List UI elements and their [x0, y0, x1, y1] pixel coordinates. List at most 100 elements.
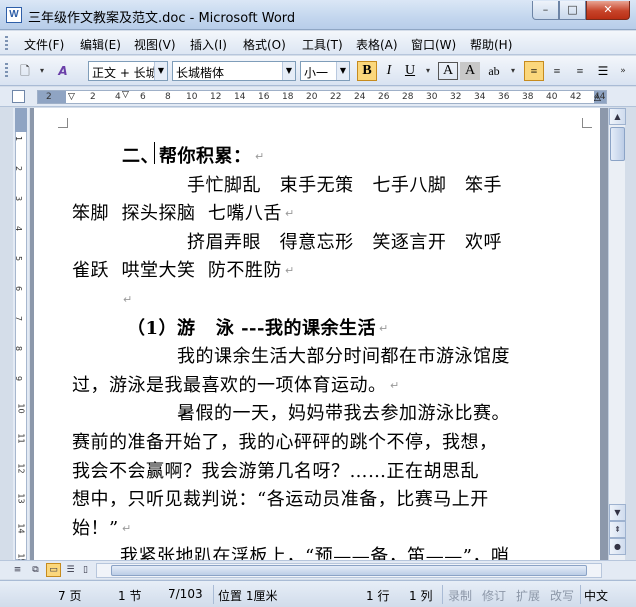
horizontal-scrollbar[interactable] [96, 563, 602, 578]
outline-view-icon[interactable]: ☰ [63, 563, 78, 577]
menu-help[interactable]: 帮助(H) [470, 36, 512, 53]
first-line-indent-marker[interactable]: ▽ [68, 93, 75, 102]
character-border-button[interactable]: A [438, 62, 458, 80]
print-layout-icon[interactable]: ▭ [46, 563, 61, 577]
document-line[interactable]: 我的课余生活大部分时间都在市游泳馆度 [177, 342, 510, 368]
status-column: 1 列 [409, 589, 433, 603]
menu-format[interactable]: 格式(O) [243, 36, 286, 53]
window-title: 三年级作文教案及范文.doc - Microsoft Word [28, 11, 296, 26]
toolbar-overflow-icon[interactable]: » [614, 62, 632, 80]
maximize-button[interactable]: □ [559, 1, 586, 20]
status-extend[interactable]: 扩展 [516, 587, 540, 604]
ruler-tick: 18 [282, 92, 294, 102]
close-button[interactable]: ✕ [586, 1, 630, 20]
document-line[interactable]: 二、帮你积累： [122, 142, 252, 168]
vruler-number: 14 [16, 523, 26, 534]
menu-table[interactable]: 表格(A) [356, 36, 398, 53]
ruler-tick: 2 [46, 92, 52, 102]
vruler-number: 8 [14, 345, 24, 352]
vertical-ruler[interactable]: 1 2 3 4 5 6 7 8 9 10 11 12 13 14 15 [13, 108, 29, 564]
menu-insert[interactable]: 插入(I) [190, 36, 227, 53]
vruler-number: 2 [14, 165, 24, 172]
document-line[interactable]: （1）游 泳 ---我的课余生活 [127, 314, 376, 340]
font-select[interactable]: 长城楷体 ▼ [172, 61, 296, 81]
previous-page-icon[interactable]: ⇞ [609, 521, 626, 538]
toolbar-grip-handle[interactable] [5, 63, 8, 79]
document-line[interactable]: 赛前的准备开始了，我的心砰砰的跳个不停，我想， [72, 428, 498, 454]
tab-selector[interactable] [12, 90, 25, 103]
menu-bar: 文件(F) 编辑(E) 视图(V) 插入(I) 格式(O) 工具(T) 表格(A… [0, 31, 636, 55]
document-line[interactable]: 雀跃 哄堂大笑 防不胜防 [72, 256, 282, 282]
menu-grip-handle[interactable] [5, 36, 8, 51]
menu-edit[interactable]: 编辑(E) [80, 36, 121, 53]
menu-view[interactable]: 视图(V) [134, 36, 176, 53]
toolbar-options-chevron-icon[interactable]: ▾ [33, 62, 51, 80]
status-line: 1 行 [366, 589, 390, 603]
character-shading-button[interactable]: A [460, 62, 480, 80]
ruler-tick: 34 [474, 92, 486, 102]
ruler-tick: 42 [570, 92, 582, 102]
document-page[interactable]: 二、帮你积累： ↵ 手忙脚乱 束手无策 七手八脚 笨手 笨脚 探头探脑 七嘴八舌 ↵ 挤眉… [34, 108, 600, 560]
vertical-scrollbar[interactable]: ▲ ▼ ⇞ ● [608, 108, 626, 560]
reading-layout-icon[interactable]: ▯ [78, 563, 93, 577]
menu-file[interactable]: 文件(F) [24, 36, 64, 53]
document-line[interactable]: 我会不会赢啊？我会游第几名呀？……正在胡思乱 [72, 457, 479, 483]
browse-object-icon[interactable]: ● [609, 538, 626, 555]
status-overtype[interactable]: 改写 [550, 587, 574, 604]
word-app-icon[interactable]: W [6, 7, 22, 23]
horizontal-ruler[interactable]: 2 2 4 6 8 10 12 14 16 18 20 22 24 26 28 … [37, 90, 607, 104]
paragraph-mark-icon: ↵ [255, 150, 265, 163]
ruler-tick: 22 [330, 92, 342, 102]
align-left-icon[interactable]: ≡ [524, 61, 544, 81]
highlight-options-chevron-icon[interactable]: ▾ [504, 62, 522, 80]
document-area[interactable]: 二、帮你积累： ↵ 手忙脚乱 束手无策 七手八脚 笨手 笨脚 探头探脑 七嘴八舌 ↵ 挤眉… [30, 108, 608, 560]
menu-tools[interactable]: 工具(T) [302, 36, 343, 53]
font-size-select[interactable]: 小一 ▼ [300, 61, 350, 81]
chevron-down-icon[interactable]: ▼ [282, 62, 295, 80]
ruler-tick: 10 [186, 92, 198, 102]
underline-options-chevron-icon[interactable]: ▾ [419, 62, 437, 80]
document-line[interactable]: 始！” [72, 514, 119, 540]
align-right-icon[interactable]: ≡ [570, 61, 590, 81]
web-layout-icon[interactable]: ⧉ [28, 563, 43, 577]
minimize-button[interactable]: – [532, 1, 559, 20]
style-select-value: 正文 + 长城 [92, 66, 158, 80]
document-line[interactable]: 我紧张地趴在浮板上，“预——备，笛——”，哨 [120, 542, 509, 560]
justify-icon[interactable]: ☰ [593, 61, 613, 81]
status-separator [580, 585, 581, 604]
document-line[interactable]: 想中，只听见裁判说：“各运动员准备，比赛马上开 [72, 485, 489, 511]
vruler-number: 13 [16, 493, 26, 504]
styles-and-formatting-icon[interactable]: A [54, 62, 72, 80]
document-line[interactable]: 手忙脚乱 束手无策 七手八脚 笨手 [187, 171, 502, 197]
new-document-icon[interactable]: 🗋 [16, 62, 34, 80]
document-line[interactable]: 笨脚 探头探脑 七嘴八舌 [72, 199, 282, 225]
style-select[interactable]: 正文 + 长城 ▼ [88, 61, 168, 81]
document-line[interactable]: 暑假的一天，妈妈带我去参加游泳比赛。 [177, 399, 510, 425]
formatting-toolbar: 🗋 ▾ A 正文 + 长城 ▼ 长城楷体 ▼ 小一 ▼ B I U ▾ A A … [0, 56, 636, 86]
document-line[interactable]: 挤眉弄眼 得意忘形 笑逐言开 欢呼 [187, 228, 502, 254]
highlight-button[interactable]: ab [484, 61, 504, 81]
chevron-down-icon[interactable]: ▼ [336, 62, 349, 80]
bold-button[interactable]: B [357, 61, 377, 81]
underline-button[interactable]: U [400, 61, 420, 81]
scroll-up-arrow-icon[interactable]: ▲ [609, 108, 626, 125]
menu-window[interactable]: 窗口(W) [411, 36, 456, 53]
status-track-changes[interactable]: 修订 [482, 587, 506, 604]
status-position: 位置 1厘米 [218, 589, 278, 603]
align-center-icon[interactable]: ≡ [547, 61, 567, 81]
margin-corner-mark [582, 118, 592, 128]
scroll-down-arrow-icon[interactable]: ▼ [609, 504, 626, 521]
document-line[interactable]: 过，游泳是我最喜欢的一项体育运动。 [72, 371, 387, 397]
chevron-down-icon[interactable]: ▼ [154, 62, 167, 80]
vruler-number: 3 [14, 195, 24, 202]
vertical-scroll-thumb[interactable] [610, 127, 625, 161]
hanging-indent-marker[interactable]: ▽ [122, 91, 129, 100]
vruler-number: 5 [14, 255, 24, 262]
normal-view-icon[interactable]: ≡ [10, 563, 25, 577]
status-record[interactable]: 录制 [448, 587, 472, 604]
right-indent-marker[interactable]: △ [594, 94, 601, 103]
vertical-ruler-bar [15, 108, 27, 560]
vruler-number: 10 [16, 403, 26, 414]
italic-button[interactable]: I [379, 61, 399, 81]
horizontal-scroll-thumb[interactable] [111, 565, 587, 576]
